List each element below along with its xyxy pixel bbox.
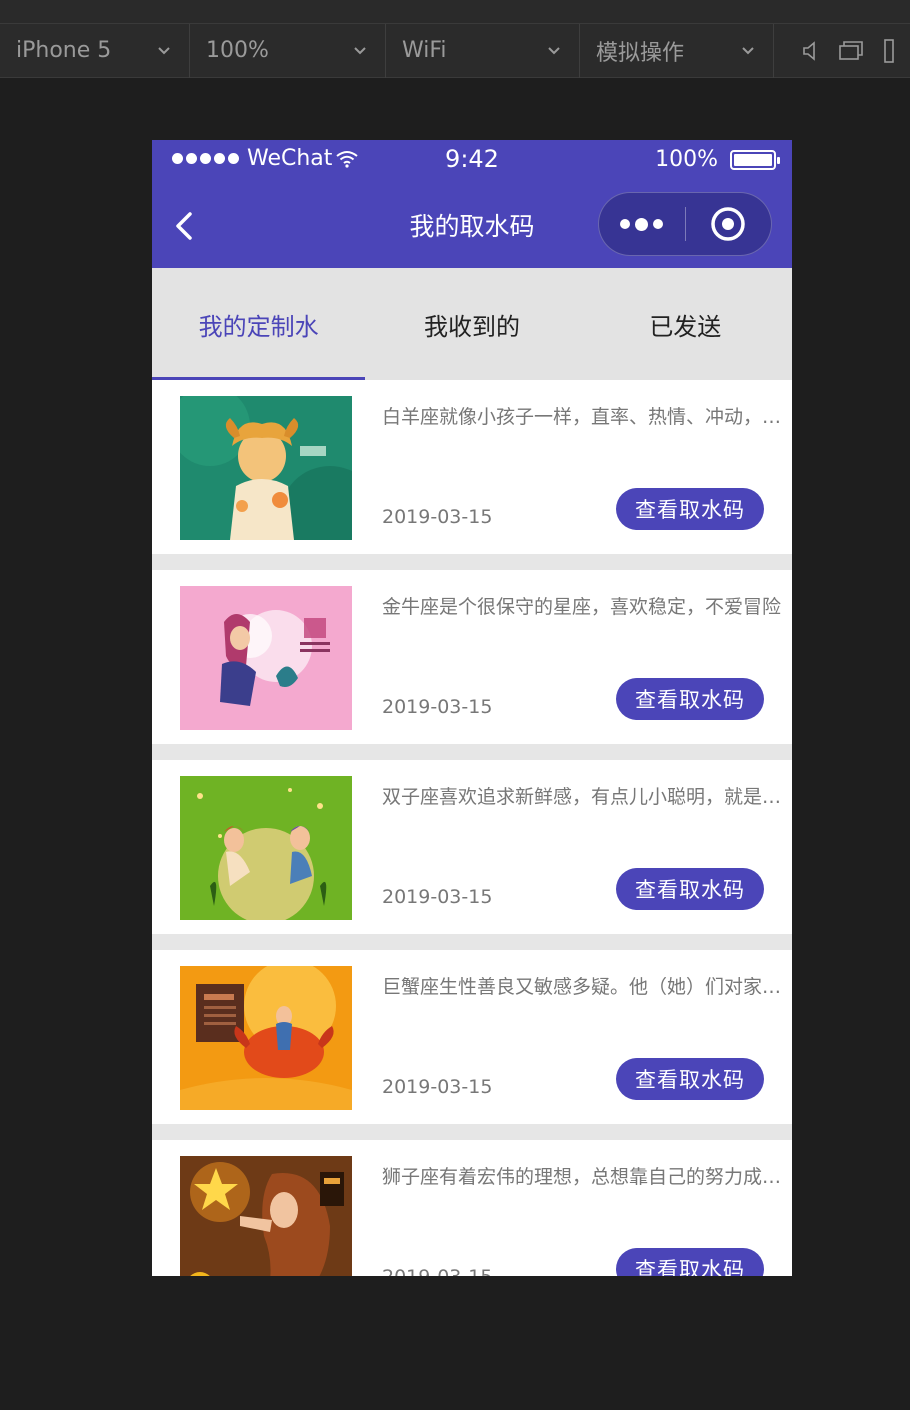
more-icon[interactable] (599, 217, 685, 231)
list-item[interactable]: 狮子座有着宏伟的理想，总想靠自己的努力成为人上人 2019-03-15 查看取水… (152, 1140, 792, 1276)
network-select[interactable]: WiFi (386, 23, 580, 78)
chevron-down-icon (158, 46, 170, 54)
list-item[interactable]: 巨蟹座生性善良又敏感多疑。他（她）们对家庭有很强的依赖 2019-03-15 查… (152, 950, 792, 1124)
close-target-icon[interactable] (686, 206, 772, 242)
network-select-label: WiFi (402, 38, 447, 63)
chevron-down-icon (742, 46, 754, 54)
miniprogram-capsule (598, 192, 772, 256)
battery-percent: 100% (655, 147, 718, 172)
list-item[interactable]: 白羊座就像小孩子一样，直率、热情、冲动，做事很有冲劲 2019-03-15 查看… (152, 380, 792, 554)
zoom-select-label: 100% (206, 38, 269, 63)
simulate-action-select[interactable]: 模拟操作 (580, 23, 774, 78)
item-date: 2019-03-15 (382, 886, 493, 908)
item-description: 巨蟹座生性善良又敏感多疑。他（她）们对家庭有很强的依赖 (382, 976, 782, 998)
zoom-select[interactable]: 100% (190, 23, 386, 78)
gemini-image (180, 776, 352, 920)
view-water-code-button[interactable]: 查看取水码 (616, 1248, 764, 1276)
item-date: 2019-03-15 (382, 1266, 492, 1276)
tab-my-custom-water[interactable]: 我的定制水 (152, 268, 366, 380)
item-description: 狮子座有着宏伟的理想，总想靠自己的努力成为人上人 (382, 1166, 782, 1188)
item-date: 2019-03-15 (382, 506, 493, 528)
taurus-image (180, 586, 352, 730)
tab-received[interactable]: 我收到的 (365, 268, 578, 380)
water-code-list: 白羊座就像小孩子一样，直率、热情、冲动，做事很有冲劲 2019-03-15 查看… (152, 380, 792, 1276)
view-water-code-button[interactable]: 查看取水码 (616, 678, 764, 720)
view-water-code-button[interactable]: 查看取水码 (616, 1058, 764, 1100)
item-description: 双子座喜欢追求新鲜感，有点儿小聪明，就是耐性不够 (382, 786, 782, 808)
device-select-label: iPhone 5 (16, 38, 112, 63)
item-description: 白羊座就像小孩子一样，直率、热情、冲动，做事很有冲劲 (382, 406, 782, 428)
list-item[interactable]: 金牛座是个很保守的星座，喜欢稳定，不爱冒险 2019-03-15 查看取水码 (152, 570, 792, 744)
cancer-image (180, 966, 352, 1110)
tab-sent[interactable]: 已发送 (579, 268, 792, 380)
view-water-code-button[interactable]: 查看取水码 (616, 488, 764, 530)
leo-image (180, 1156, 352, 1276)
status-bar: WeChat 9:42 100% (152, 140, 792, 180)
chevron-down-icon (354, 46, 366, 54)
item-date: 2019-03-15 (382, 1076, 493, 1098)
list-item[interactable]: 双子座喜欢追求新鲜感，有点儿小聪明，就是耐性不够 2019-03-15 查看取水… (152, 760, 792, 934)
phone-simulator: WeChat 9:42 100% 我的取水码 我的定制水 我收到的 已发送 白羊… (152, 140, 792, 1276)
aries-image (180, 396, 352, 540)
simulate-action-label: 模拟操作 (596, 40, 685, 66)
speaker-icon[interactable] (802, 40, 818, 61)
panel-icon[interactable] (884, 38, 894, 63)
status-right: 100% (655, 147, 780, 172)
devtools-toolbar: iPhone 5 100% WiFi 模拟操作 (0, 23, 910, 78)
device-select[interactable]: iPhone 5 (0, 23, 190, 78)
item-date: 2019-03-15 (382, 696, 493, 718)
devtools-top-strip (0, 0, 910, 24)
view-water-code-button[interactable]: 查看取水码 (616, 868, 764, 910)
chevron-down-icon (548, 46, 560, 54)
nav-bar: 我的取水码 (152, 180, 792, 268)
window-icon[interactable] (838, 40, 864, 62)
tab-bar: 我的定制水 我收到的 已发送 (152, 268, 792, 380)
item-description: 金牛座是个很保守的星座，喜欢稳定，不爱冒险 (382, 596, 782, 618)
battery-icon (730, 149, 780, 170)
